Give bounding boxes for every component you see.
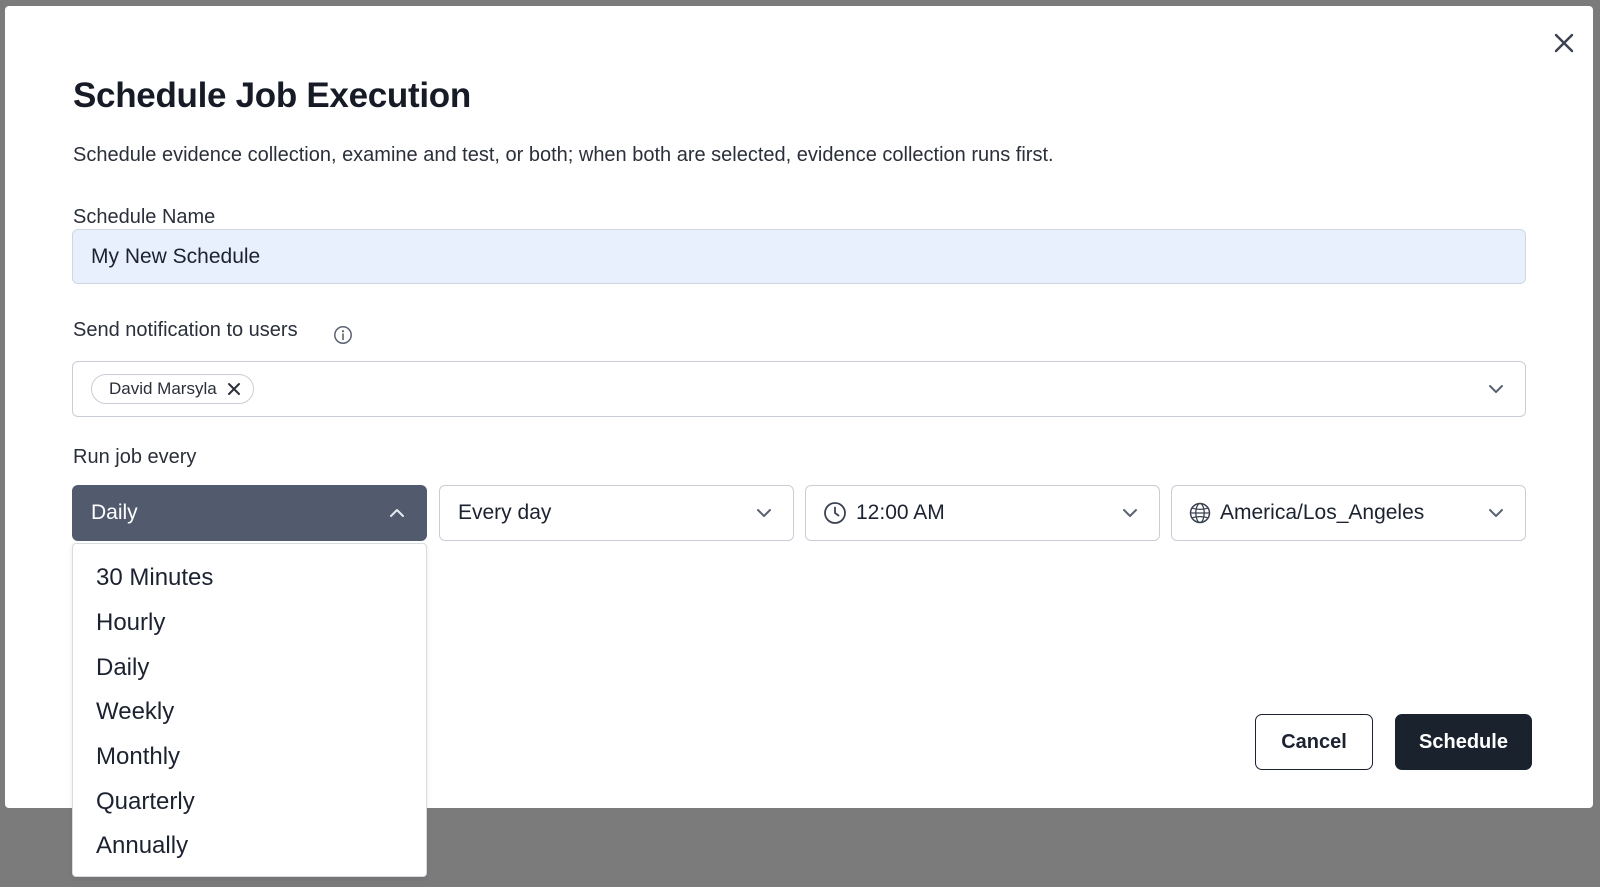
chevron-up-icon	[386, 502, 408, 524]
chevron-down-icon	[1119, 502, 1141, 524]
frequency-option-30-minutes[interactable]: 30 Minutes	[73, 556, 426, 601]
notification-label: Send notification to users	[73, 319, 298, 341]
chevron-down-icon	[753, 502, 775, 524]
frequency-option-annually[interactable]: Annually	[73, 824, 426, 869]
time-value: 12:00 AM	[856, 501, 945, 524]
frequency-option-weekly[interactable]: Weekly	[73, 690, 426, 735]
close-icon	[1554, 33, 1574, 53]
clock-icon	[823, 501, 847, 525]
chevron-down-icon	[1485, 502, 1507, 524]
cancel-button[interactable]: Cancel	[1255, 714, 1373, 770]
user-chip-label: David Marsyla	[109, 379, 217, 398]
frequency-dropdown-menu: 30 Minutes Hourly Daily Weekly Monthly Q…	[72, 543, 427, 877]
close-icon	[227, 383, 240, 395]
frequency-option-monthly[interactable]: Monthly	[73, 735, 426, 780]
frequency-option-quarterly[interactable]: Quarterly	[73, 779, 426, 824]
day-select[interactable]: Every day	[439, 485, 794, 541]
schedule-name-label: Schedule Name	[73, 206, 216, 228]
timezone-select[interactable]: America/Los_Angeles	[1171, 485, 1526, 541]
chevron-down-icon	[1485, 378, 1507, 400]
timezone-value: America/Los_Angeles	[1220, 501, 1425, 524]
frequency-value: Daily	[91, 501, 138, 524]
close-button[interactable]	[1549, 28, 1579, 58]
frequency-option-hourly[interactable]: Hourly	[73, 601, 426, 646]
notification-users-select[interactable]: David Marsyla	[72, 361, 1526, 417]
user-chip: David Marsyla	[91, 374, 254, 404]
remove-user-button[interactable]	[227, 382, 241, 396]
modal-description: Schedule evidence collection, examine an…	[73, 144, 1054, 166]
info-icon[interactable]	[332, 324, 354, 346]
run-job-label: Run job every	[73, 446, 197, 468]
modal-title: Schedule Job Execution	[73, 76, 471, 115]
frequency-option-daily[interactable]: Daily	[73, 645, 426, 690]
globe-icon	[1189, 502, 1211, 524]
time-select[interactable]: 12:00 AM	[805, 485, 1160, 541]
frequency-select[interactable]: Daily	[72, 485, 427, 541]
day-value: Every day	[458, 501, 552, 524]
schedule-button[interactable]: Schedule	[1395, 714, 1532, 770]
schedule-name-input[interactable]	[72, 229, 1526, 284]
